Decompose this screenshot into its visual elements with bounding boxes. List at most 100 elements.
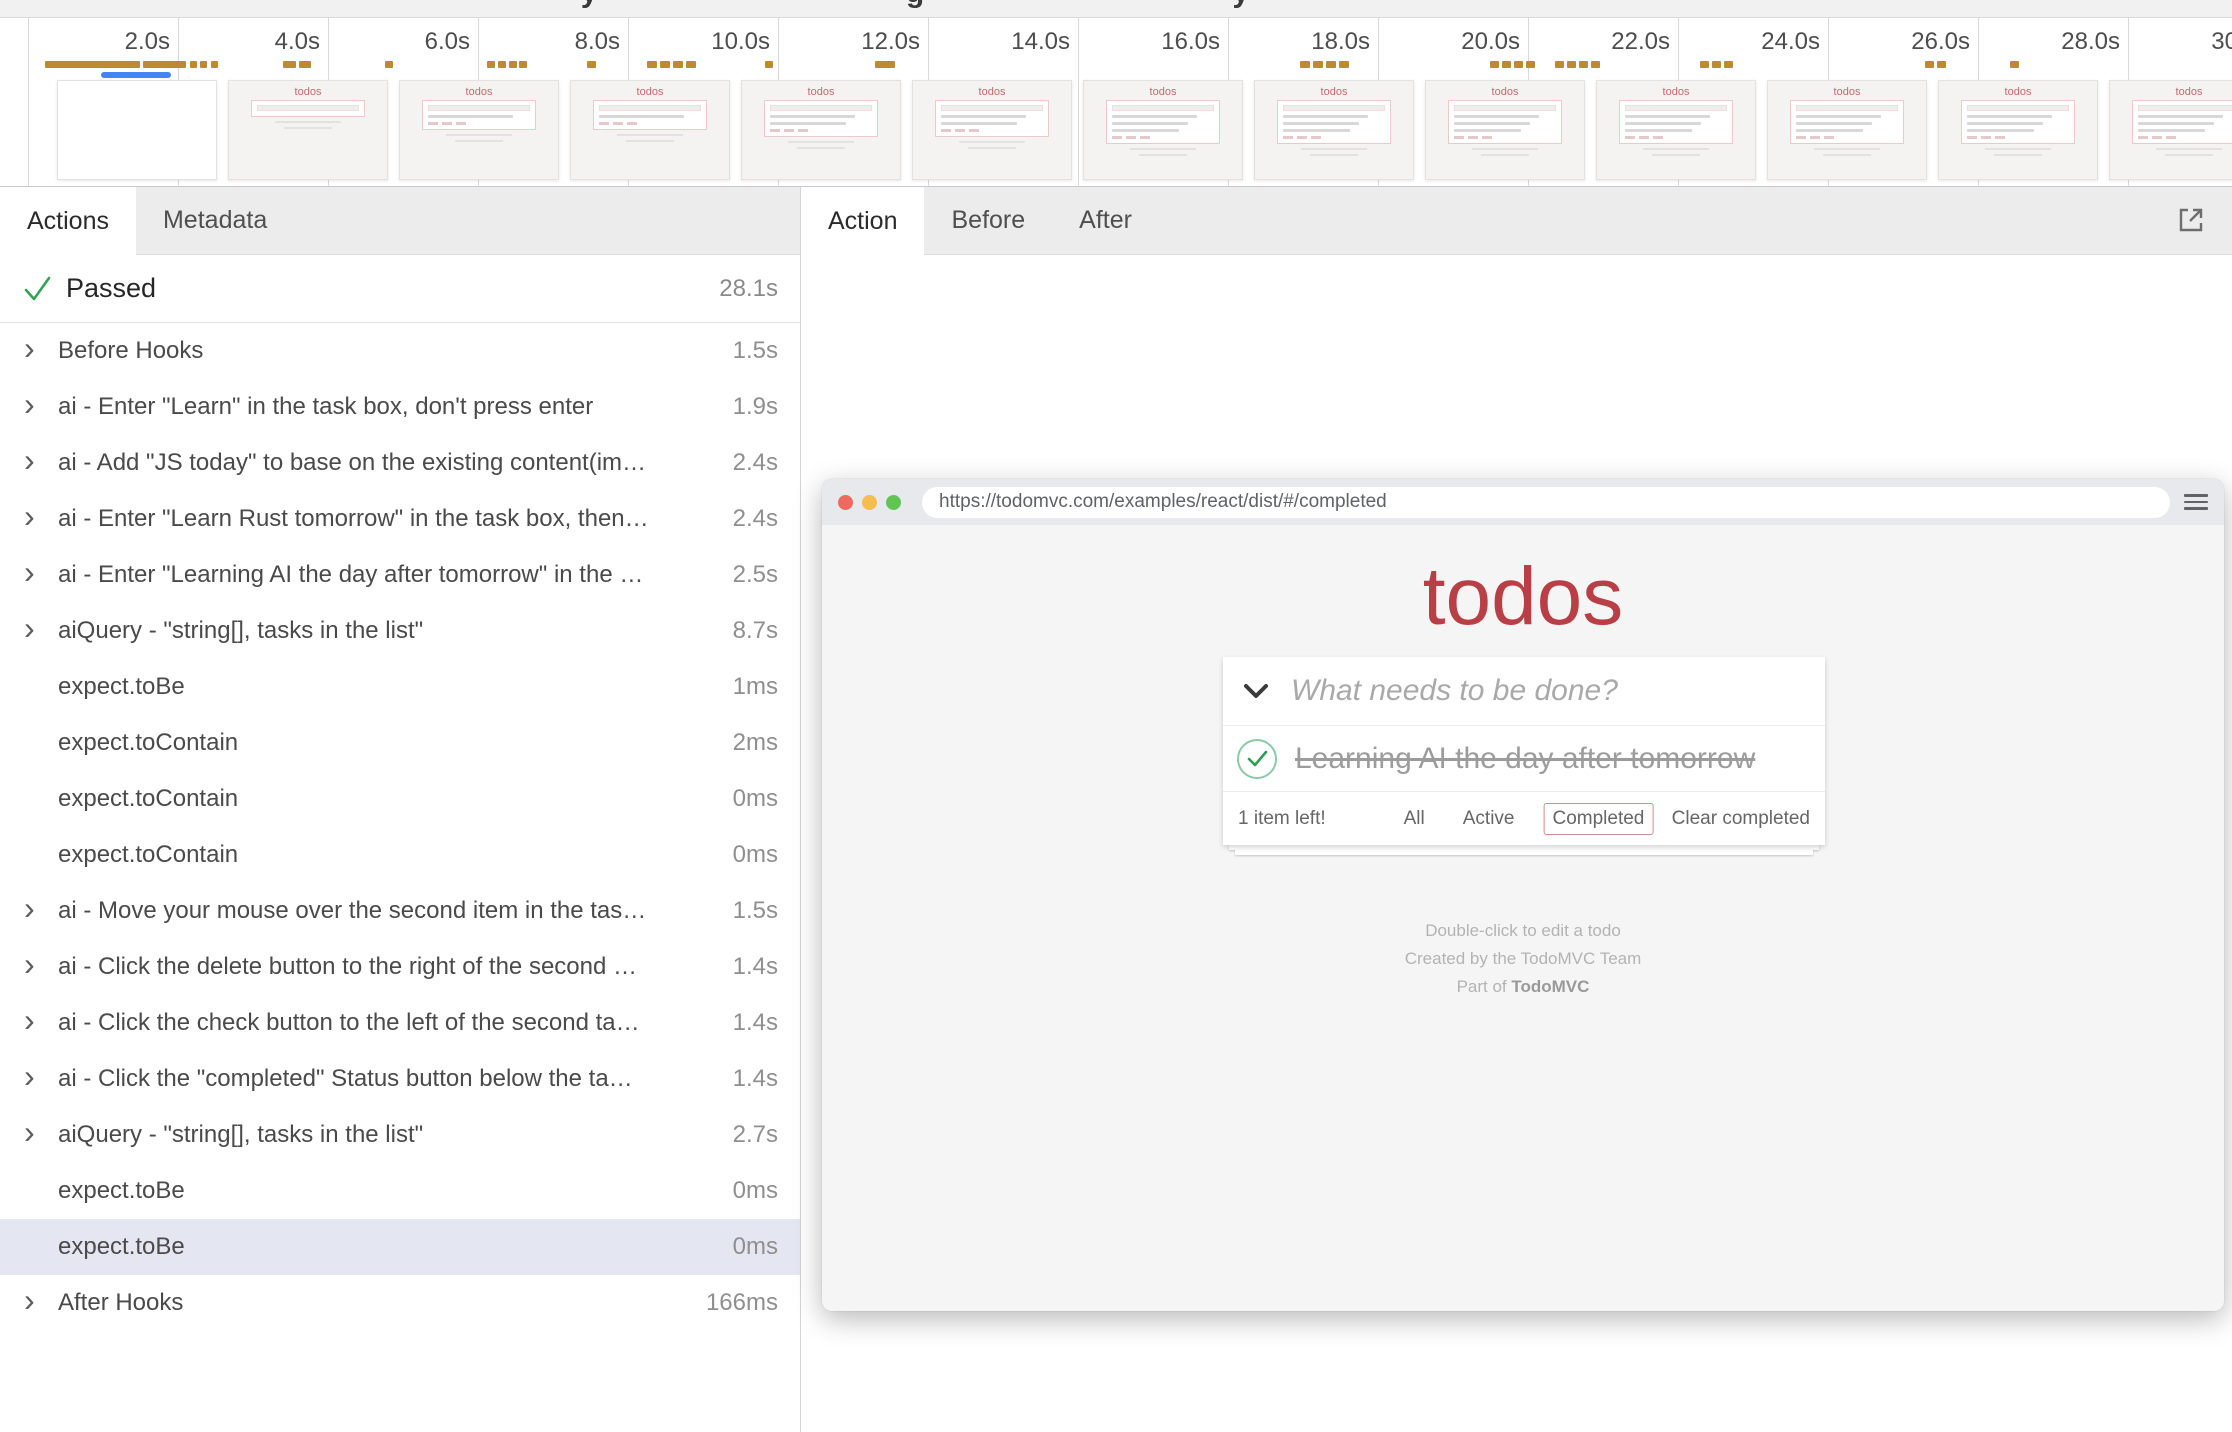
tab-label: After — [1079, 206, 1132, 235]
thumbnail-mini-input — [428, 105, 530, 111]
action-list-item[interactable]: › ai - Enter "Learning AI the day after … — [0, 547, 800, 603]
trace-viewer-app: y g y 2.0s 4.0s 6.0s 8.0s 10.0s — [0, 0, 2232, 1432]
timeline-action-marker — [2010, 61, 2019, 68]
timeline-action-marker — [1555, 61, 1564, 68]
timeline-action-marker — [283, 61, 296, 68]
thumbnail-mini-info-line — [1985, 148, 2051, 150]
thumbnail-mini-info-line — [797, 147, 844, 149]
todo-item-text[interactable]: Learning AI the day after tomorrow — [1295, 742, 1755, 776]
thumbnail-todos-title: todos — [742, 86, 900, 98]
timeline-action-marker — [385, 61, 393, 68]
action-duration: 0ms — [733, 1177, 778, 1205]
action-duration: 2ms — [733, 729, 778, 757]
action-list-item[interactable]: expect.toBe 1ms — [0, 659, 800, 715]
timeline-action-marker — [519, 61, 527, 68]
left-panel-tab[interactable]: Actions — [0, 187, 136, 255]
timeline-action-marker — [1300, 61, 1310, 68]
thumbnail-mini-card — [764, 100, 878, 137]
thumbnail-mini-input — [1625, 105, 1727, 111]
toggle-all-chevron-down-icon[interactable] — [1243, 683, 1269, 699]
browser-menu-icon[interactable] — [2184, 490, 2208, 514]
action-duration: 2.5s — [733, 561, 778, 589]
todo-completed-toggle-icon[interactable] — [1235, 737, 1279, 781]
action-list-item[interactable]: › After Hooks 166ms — [0, 1275, 800, 1331]
action-list-item[interactable]: › ai - Add "JS today" to base on the exi… — [0, 435, 800, 491]
thumbnail-todos-title: todos — [1426, 86, 1584, 98]
timeline-tick-label: 20.0s — [1461, 28, 1520, 56]
traffic-light-minimize-icon[interactable] — [862, 495, 877, 510]
filmstrip-thumbnail[interactable]: todos — [912, 80, 1072, 180]
thumbnail-mini-card — [1619, 100, 1733, 144]
action-list-item[interactable]: › aiQuery - "string[], tasks in the list… — [0, 603, 800, 659]
timeline-tick — [28, 18, 29, 186]
new-todo-input[interactable]: What needs to be done? — [1291, 674, 1618, 708]
timeline-track[interactable]: 2.0s 4.0s 6.0s 8.0s 10.0s 12.0s 14.0s — [0, 18, 2232, 187]
snapshot-tab[interactable]: Before — [924, 187, 1052, 254]
open-snapshot-external-button[interactable] — [2176, 205, 2206, 240]
filmstrip-thumbnail[interactable] — [57, 80, 217, 180]
thumbnail-mini-info-line — [1994, 154, 2041, 156]
action-label: ai - Click the "completed" Status button… — [58, 1065, 719, 1093]
thumbnail-mini-info-line — [617, 134, 683, 136]
filmstrip-thumbnail[interactable]: todos — [1938, 80, 2098, 180]
thumbnail-mini-info-line — [1130, 148, 1196, 150]
address-bar[interactable]: https://todomvc.com/examples/react/dist/… — [922, 487, 2170, 518]
action-duration: 2.7s — [733, 1121, 778, 1149]
filmstrip-thumbnail[interactable]: todos — [1767, 80, 1927, 180]
timeline-tick-label: 24.0s — [1761, 28, 1820, 56]
test-status-row: Passed 28.1s — [0, 255, 800, 323]
action-duration: 1.5s — [733, 897, 778, 925]
filmstrip-thumbnail[interactable]: todos — [1596, 80, 1756, 180]
left-panel-tab[interactable]: Metadata — [136, 187, 294, 254]
filter-button[interactable]: Active — [1454, 803, 1524, 835]
traffic-light-maximize-icon[interactable] — [886, 495, 901, 510]
action-list-item[interactable]: › ai - Click the "completed" Status butt… — [0, 1051, 800, 1107]
action-label: ai - Enter "Learning AI the day after to… — [58, 561, 719, 589]
timeline-tick-label: 6.0s — [425, 28, 470, 56]
action-list-item[interactable]: › ai - Click the check button to the lef… — [0, 995, 800, 1051]
external-link-icon — [2176, 205, 2206, 235]
action-list-item[interactable]: expect.toBe 0ms — [0, 1219, 800, 1275]
filmstrip-thumbnail[interactable]: todos — [1083, 80, 1243, 180]
filmstrip-thumbnail[interactable]: todos — [1425, 80, 1585, 180]
action-list-item[interactable]: expect.toContain 0ms — [0, 827, 800, 883]
tab-label: Before — [951, 206, 1025, 235]
action-list-item[interactable]: › ai - Move your mouse over the second i… — [0, 883, 800, 939]
action-list-item[interactable]: expect.toContain 0ms — [0, 771, 800, 827]
filter-button[interactable]: Completed — [1543, 803, 1653, 835]
filmstrip-thumbnail[interactable]: todos — [399, 80, 559, 180]
action-list-item[interactable]: expect.toBe 0ms — [0, 1163, 800, 1219]
timeline-action-marker — [509, 61, 517, 68]
filmstrip-thumbnail[interactable]: todos — [228, 80, 388, 180]
action-list-item[interactable]: expect.toContain 2ms — [0, 715, 800, 771]
snapshot-tab[interactable]: Action — [801, 187, 924, 255]
thumbnail-mini-info-line — [788, 141, 854, 143]
action-duration: 0ms — [733, 785, 778, 813]
thumbnail-mini-card — [422, 100, 536, 130]
timeline-action-marker — [200, 61, 207, 68]
action-list-item[interactable]: › Before Hooks 1.5s — [0, 323, 800, 379]
thumbnail-mini-input — [1112, 105, 1214, 111]
traffic-light-close-icon[interactable] — [838, 495, 853, 510]
filmstrip-thumbnail[interactable]: todos — [2109, 80, 2232, 180]
thumbnail-mini-info-line — [2156, 148, 2222, 150]
thumbnail-mini-info-line — [284, 127, 331, 129]
timeline-action-marker — [1339, 61, 1349, 68]
action-list-item[interactable]: › ai - Enter "Learn Rust tomorrow" in th… — [0, 491, 800, 547]
thumbnail-mini-input — [1967, 105, 2069, 111]
thumbnail-mini-input — [1454, 105, 1556, 111]
filmstrip-thumbnail[interactable]: todos — [1254, 80, 1414, 180]
thumbnail-mini-info-line — [1823, 154, 1870, 156]
filmstrip-thumbnail[interactable]: todos — [570, 80, 730, 180]
timeline-action-marker — [1490, 61, 1499, 68]
thumbnail-todos-title: todos — [1939, 86, 2097, 98]
action-label: After Hooks — [58, 1289, 692, 1317]
action-list-item[interactable]: › aiQuery - "string[], tasks in the list… — [0, 1107, 800, 1163]
snapshot-tab[interactable]: After — [1052, 187, 1159, 254]
action-list-item[interactable]: › ai - Click the delete button to the ri… — [0, 939, 800, 995]
filter-button[interactable]: All — [1395, 803, 1434, 835]
filmstrip-thumbnail[interactable]: todos — [741, 80, 901, 180]
action-list-item[interactable]: › ai - Enter "Learn" in the task box, do… — [0, 379, 800, 435]
clear-completed-button[interactable]: Clear completed — [1672, 808, 1810, 830]
card-paper-stack — [1235, 850, 1813, 855]
